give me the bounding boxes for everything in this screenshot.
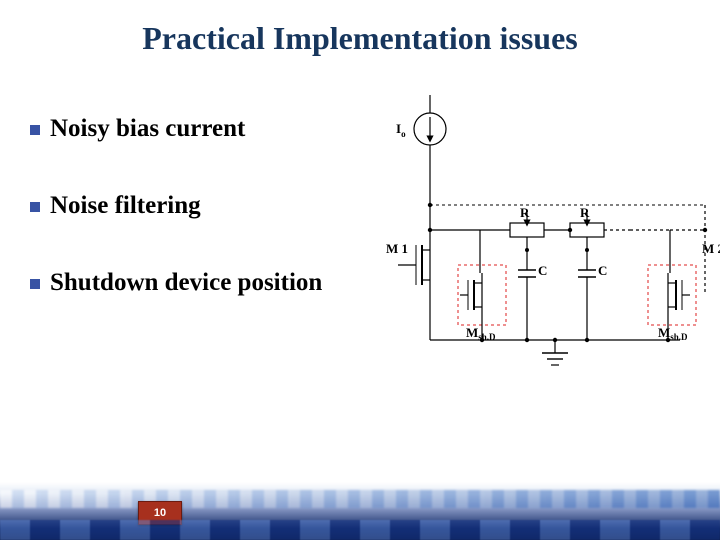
svg-text:M 2: M 2 (702, 241, 720, 256)
mosfet-shutdown-left-icon (458, 230, 506, 340)
bullet-item: Noisy bias current (30, 115, 370, 144)
slide-title: Practical Implementation issues (0, 20, 720, 57)
bullet-text: Noise filtering (50, 192, 201, 221)
svg-text:C: C (598, 263, 607, 278)
capacitor-c-left-icon (518, 237, 536, 340)
circuit-diagram: Io M 1 (370, 95, 720, 405)
bullet-item: Noise filtering (30, 192, 370, 221)
svg-text:M 1: M 1 (386, 241, 408, 256)
svg-text:R: R (520, 205, 530, 220)
bullet-text: Shutdown device position (50, 269, 322, 298)
svg-text:Msh.D: Msh.D (658, 325, 688, 342)
bullet-item: Shutdown device position (30, 269, 370, 298)
bullet-square-icon (30, 202, 40, 212)
ground-icon (542, 340, 568, 365)
bullet-list: Noisy bias current Noise filtering Shutd… (30, 115, 370, 345)
bullet-square-icon (30, 125, 40, 135)
bullet-square-icon (30, 279, 40, 289)
capacitor-c-right-icon (578, 237, 596, 340)
footer-banner: 10 (0, 482, 720, 540)
slide: Practical Implementation issues Noisy bi… (0, 0, 720, 540)
mosfet-shutdown-right-icon (648, 230, 696, 340)
bullet-text: Noisy bias current (50, 115, 245, 144)
svg-text:Io: Io (396, 121, 406, 139)
svg-text:C: C (538, 263, 547, 278)
mosfet-m1-icon (398, 228, 432, 295)
page-number: 10 (138, 501, 182, 525)
svg-text:R: R (580, 205, 590, 220)
